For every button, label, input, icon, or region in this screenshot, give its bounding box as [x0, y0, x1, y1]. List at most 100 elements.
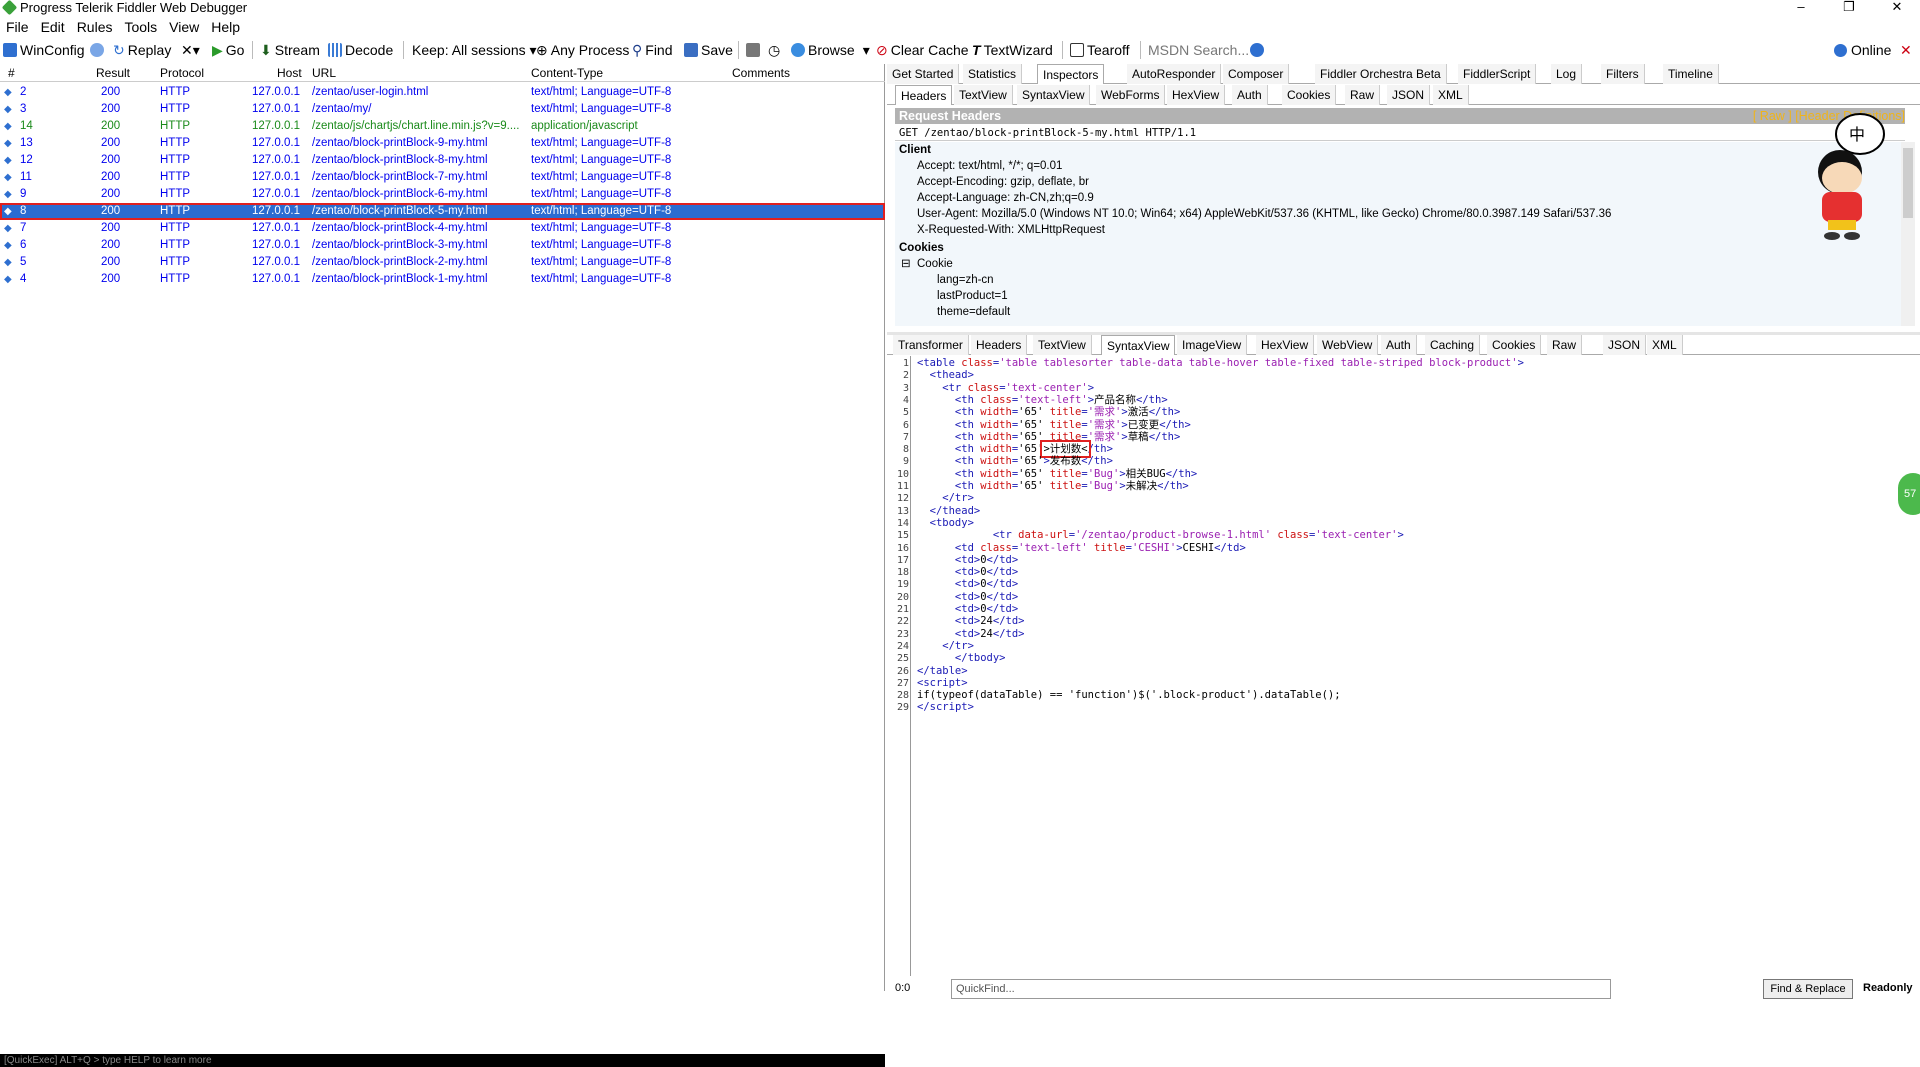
replay-button[interactable]: ↻ Replay [113, 38, 171, 62]
cookie-node-label[interactable]: Cookie [917, 256, 953, 272]
syntax-view-editor[interactable]: 1 2 3 4 5 6 7 8 9 10 11 12 13 14 15 16 17 18 19 20 21 22 23 24 2… [895, 356, 1920, 976]
table-row[interactable]: ◆ 4 200 HTTP 127.0.0.1/zentao/block-printBlo… [0, 271, 885, 288]
close-icon[interactable]: ✕ [1882, 0, 1912, 14]
stream-button[interactable]: ⬇ Stream [260, 38, 320, 62]
req-tab-auth[interactable]: Auth [1232, 85, 1268, 105]
table-row[interactable]: ◆ 12 200 HTTP 127.0.0.1/zentao/block-printBl… [0, 152, 885, 169]
save-button[interactable]: Save [684, 38, 733, 62]
msdn-search-input[interactable]: MSDN Search... [1148, 38, 1249, 62]
floating-badge[interactable]: 57 [1898, 473, 1920, 515]
browse-button[interactable]: Browse ▾ [791, 38, 870, 62]
table-row[interactable]: ◆ 7 200 HTTP 127.0.0.1/zentao/block-printBlo… [0, 220, 885, 237]
online-indicator[interactable]: Online [1834, 38, 1891, 62]
menu-edit[interactable]: Edit [35, 17, 71, 37]
table-row[interactable]: ◆ 5 200 HTTP 127.0.0.1/zentao/block-printBlo… [0, 254, 885, 271]
any-process-button[interactable]: ⊕ Any Process [536, 38, 629, 62]
col-comments[interactable]: Comments [732, 64, 790, 82]
resp-tab-imageview[interactable]: ImageView [1177, 335, 1248, 355]
winconfig-button[interactable]: WinConfig [3, 38, 85, 62]
tab-composer[interactable]: Composer [1223, 64, 1290, 84]
resp-tab-webview[interactable]: WebView [1317, 335, 1379, 355]
minimize-icon[interactable]: – [1786, 0, 1816, 14]
tab-fiddler-orchestra[interactable]: Fiddler Orchestra Beta [1315, 64, 1447, 84]
menu-rules[interactable]: Rules [71, 17, 119, 37]
resp-tab-auth[interactable]: Auth [1381, 335, 1417, 355]
tab-fiddlerscript[interactable]: FiddlerScript [1458, 64, 1537, 84]
resp-tab-raw[interactable]: Raw [1547, 335, 1583, 355]
decode-button[interactable]: Decode [328, 38, 393, 62]
close-toolbar-icon[interactable]: ✕ [1900, 38, 1912, 62]
decode-icon [328, 43, 342, 57]
col-url[interactable]: URL [312, 64, 336, 82]
keep-sessions-dropdown[interactable]: Keep: All sessions ▾ [412, 38, 537, 62]
screenshot-button[interactable] [746, 38, 763, 62]
tab-inspectors[interactable]: Inspectors [1037, 64, 1105, 84]
session-content-type: text/html; Language=UTF-8 [531, 222, 672, 234]
session-type-icon: ◆ [4, 87, 12, 98]
client-group-label: Client [899, 144, 931, 156]
tearoff-button[interactable]: Tearoff [1070, 38, 1130, 62]
col-num[interactable]: # [8, 64, 15, 82]
tab-filters[interactable]: Filters [1601, 64, 1645, 84]
session-protocol: HTTP [160, 188, 191, 200]
tab-statistics[interactable]: Statistics [963, 64, 1023, 84]
table-row[interactable]: ◆ 6 200 HTTP 127.0.0.1/zentao/block-printBlo… [0, 237, 885, 254]
clear-cache-button[interactable]: ⊘ Clear Cache [876, 38, 969, 62]
req-tab-headers[interactable]: Headers [895, 85, 953, 105]
tab-autoresponder[interactable]: AutoResponder [1127, 64, 1222, 84]
col-protocol[interactable]: Protocol [160, 64, 204, 82]
maximize-icon[interactable]: ❐ [1834, 0, 1864, 14]
go-button[interactable]: ▶ Go [212, 38, 244, 62]
req-tab-syntaxview[interactable]: SyntaxView [1017, 85, 1091, 105]
table-row[interactable]: ◆ 2 200 HTTP 127.0.0.1/zentao/user-login.htm… [0, 84, 885, 101]
menu-view[interactable]: View [163, 17, 205, 37]
menu-file[interactable]: File [0, 17, 35, 37]
req-tab-hexview[interactable]: HexView [1167, 85, 1226, 105]
headers-scrollbar[interactable] [1901, 142, 1915, 326]
req-tab-raw[interactable]: Raw [1345, 85, 1381, 105]
comment-button[interactable] [90, 38, 107, 62]
resp-tab-xml[interactable]: XML [1647, 335, 1683, 355]
response-tab-row: Transformer Headers TextView SyntaxView … [887, 335, 1920, 355]
req-tab-webforms[interactable]: WebForms [1096, 85, 1166, 105]
req-tab-xml[interactable]: XML [1433, 85, 1469, 105]
textwizard-button[interactable]: T TextWizard [972, 38, 1053, 62]
table-row[interactable]: ◆ 3 200 HTTP 127.0.0.1/zentao/my/text/html; … [0, 101, 885, 118]
tab-get-started[interactable]: Get Started [887, 64, 960, 84]
menu-tools[interactable]: Tools [118, 17, 163, 37]
req-tab-textview[interactable]: TextView [954, 85, 1013, 105]
table-row[interactable]: ◆ 11 200 HTTP 127.0.0.1/zentao/block-printBl… [0, 169, 885, 186]
table-row[interactable]: ◆ 13 200 HTTP 127.0.0.1/zentao/block-printBl… [0, 135, 885, 152]
resp-tab-hexview[interactable]: HexView [1256, 335, 1315, 355]
play-icon: ▶ [212, 42, 223, 58]
table-row[interactable]: ◆ 8 200 HTTP 127.0.0.1/zentao/block-printBlo… [0, 203, 885, 220]
table-row[interactable]: ◆ 14 200 HTTP 127.0.0.1/zentao/js/chartjs/ch… [0, 118, 885, 135]
scroll-thumb[interactable] [1903, 148, 1913, 218]
cookies-group-label: Cookies [899, 242, 944, 254]
session-host: 127.0.0.1 [252, 256, 300, 268]
resp-tab-syntaxview[interactable]: SyntaxView [1101, 335, 1176, 355]
req-tab-cookies[interactable]: Cookies [1282, 85, 1337, 105]
tab-log[interactable]: Log [1551, 64, 1583, 84]
quickexec-bar[interactable]: [QuickExec] ALT+Q > type HELP to learn m… [0, 1054, 885, 1067]
resp-tab-caching[interactable]: Caching [1425, 335, 1481, 355]
resp-tab-transformer[interactable]: Transformer [893, 335, 969, 355]
menu-help[interactable]: Help [205, 17, 246, 37]
find-replace-button[interactable]: Find & Replace [1763, 979, 1853, 999]
resp-tab-textview[interactable]: TextView [1033, 335, 1092, 355]
col-result[interactable]: Result [96, 64, 130, 82]
table-row[interactable]: ◆ 9 200 HTTP 127.0.0.1/zentao/block-printBlo… [0, 186, 885, 203]
col-host[interactable]: Host [277, 64, 302, 82]
help-button[interactable] [1250, 38, 1267, 62]
resp-tab-json[interactable]: JSON [1603, 335, 1647, 355]
timer-button[interactable]: ◷ [768, 38, 783, 62]
tab-timeline[interactable]: Timeline [1663, 64, 1719, 84]
col-content-type[interactable]: Content-Type [531, 64, 603, 82]
remove-button[interactable]: ✕▾ [181, 38, 200, 62]
req-tab-json[interactable]: JSON [1387, 85, 1431, 105]
collapse-icon[interactable]: ⊟ [901, 256, 911, 272]
resp-tab-cookies[interactable]: Cookies [1487, 335, 1542, 355]
quickfind-input[interactable]: QuickFind... [951, 979, 1611, 999]
find-button[interactable]: ⚲ Find [632, 38, 673, 62]
resp-tab-headers[interactable]: Headers [971, 335, 1028, 355]
